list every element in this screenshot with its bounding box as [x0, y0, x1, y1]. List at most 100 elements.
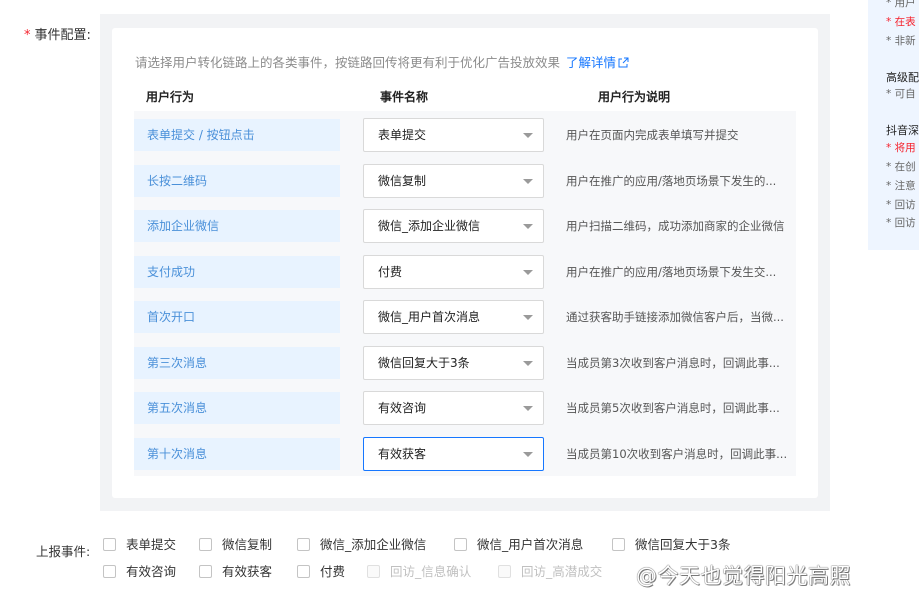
tip-line: * 在表 — [886, 16, 916, 28]
required-mark: * — [24, 28, 31, 43]
checkbox-icon[interactable] — [103, 565, 116, 578]
learn-more-text[interactable]: 了解详情 — [566, 55, 616, 70]
behavior-cell: 长按二维码 — [134, 165, 340, 197]
behavior-cell: 第五次消息 — [134, 392, 340, 424]
side-tips-panel: * 用户 * 在表 * 非新 高级配 * 可自 抖音深 * 将用 * 在创 * … — [868, 0, 919, 250]
behavior-cell: 第十次消息 — [134, 438, 340, 470]
checkbox-label[interactable]: 付费 — [320, 564, 345, 579]
header-event-name: 事件名称 — [380, 90, 429, 104]
event-select[interactable]: 有效咨询 — [363, 391, 544, 425]
report-checkbox-disabled: 回访_信息确认 — [367, 561, 472, 579]
header-description: 用户行为说明 — [598, 90, 671, 104]
report-checkbox[interactable]: 微信_添加企业微信 — [297, 534, 426, 552]
tip-line: * 注意 — [886, 180, 916, 192]
external-link-icon[interactable] — [618, 56, 629, 71]
behavior-cell: 首次开口 — [134, 301, 340, 333]
checkbox-icon[interactable] — [612, 538, 625, 551]
report-checkbox[interactable]: 有效获客 — [199, 561, 272, 579]
event-select[interactable]: 微信_添加企业微信 — [363, 209, 544, 243]
table-row: 长按二维码 微信复制 用户在推广的应用/落地页场景下发生的... — [134, 164, 796, 198]
event-select[interactable]: 微信_用户首次消息 — [363, 300, 544, 334]
header-behavior: 用户行为 — [146, 90, 195, 104]
behavior-description: 当成员第5次收到客户消息时，回调此事... — [566, 401, 780, 415]
event-select-value[interactable]: 微信回复大于3条 — [378, 356, 470, 370]
event-select-value[interactable]: 有效咨询 — [378, 401, 426, 415]
table-row: 支付成功 付费 用户在推广的应用/落地页场景下发生交... — [134, 255, 796, 289]
report-checkbox[interactable]: 微信_用户首次消息 — [454, 534, 583, 552]
report-checkbox[interactable]: 微信回复大于3条 — [612, 534, 730, 552]
checkbox-label[interactable]: 表单提交 — [126, 537, 176, 552]
event-select-value[interactable]: 有效获客 — [378, 447, 426, 461]
checkbox-label[interactable]: 微信回复大于3条 — [635, 537, 730, 552]
checkbox-label[interactable]: 有效获客 — [222, 564, 272, 579]
table-row: 添加企业微信 微信_添加企业微信 用户扫描二维码，成功添加商家的企业微信 — [134, 209, 796, 243]
tip-line: * 非新 — [886, 35, 916, 47]
checkbox-label[interactable]: 微信复制 — [222, 537, 272, 552]
event-config-label-text: 事件配置: — [34, 28, 91, 43]
table-row: 表单提交 / 按钮点击 表单提交 用户在页面内完成表单填写并提交 — [134, 118, 796, 152]
table-row: 第十次消息 有效获客 当成员第10次收到客户消息时，回调此事... — [134, 437, 796, 471]
event-select-value[interactable]: 微信复制 — [378, 174, 426, 188]
event-select[interactable]: 有效获客 — [363, 437, 544, 471]
checkbox-icon — [367, 565, 380, 578]
tip-heading: 抖音深 — [886, 124, 919, 137]
tip-line: * 回访 — [886, 199, 916, 211]
tip-line: * 可自 — [886, 88, 916, 100]
report-events-label: 上报事件: — [36, 544, 91, 559]
event-select[interactable]: 付费 — [363, 255, 544, 289]
learn-more-link[interactable]: 了解详情 — [566, 55, 629, 70]
caret-down-icon[interactable] — [523, 179, 533, 184]
checkbox-icon[interactable] — [297, 565, 310, 578]
report-checkbox[interactable]: 有效咨询 — [103, 561, 176, 579]
tip-line: * 回访 — [886, 217, 916, 229]
event-select[interactable]: 表单提交 — [363, 118, 544, 152]
event-select-value[interactable]: 微信_添加企业微信 — [378, 219, 480, 233]
checkbox-icon[interactable] — [199, 538, 212, 551]
table-row: 第五次消息 有效咨询 当成员第5次收到客户消息时，回调此事... — [134, 391, 796, 425]
caret-down-icon[interactable] — [523, 224, 533, 229]
behavior-description: 当成员第10次收到客户消息时，回调此事... — [566, 447, 788, 461]
table-row: 首次开口 微信_用户首次消息 通过获客助手链接添加微信客户后，当微... — [134, 300, 796, 334]
tip-line: * 用户 — [886, 0, 916, 9]
behavior-cell: 表单提交 / 按钮点击 — [134, 119, 340, 151]
tip-line: * 将用 — [886, 142, 916, 154]
report-checkbox-disabled: 回访_高潜成交 — [498, 561, 603, 579]
behavior-description: 用户扫描二维码，成功添加商家的企业微信 — [566, 219, 785, 233]
report-checkbox[interactable]: 表单提交 — [103, 534, 176, 552]
behavior-description: 用户在页面内完成表单填写并提交 — [566, 128, 739, 142]
event-select-value[interactable]: 表单提交 — [378, 128, 426, 142]
hint-text: 请选择用户转化链路上的各类事件，按链路回传将更有利于优化广告投放效果 了解详情 — [135, 52, 629, 71]
caret-down-icon[interactable] — [523, 406, 533, 411]
report-checkbox[interactable]: 微信复制 — [199, 534, 272, 552]
behavior-cell: 添加企业微信 — [134, 210, 340, 242]
checkbox-icon[interactable] — [103, 538, 116, 551]
event-select-value[interactable]: 付费 — [378, 265, 402, 279]
caret-down-icon[interactable] — [523, 133, 533, 138]
checkbox-label[interactable]: 有效咨询 — [126, 564, 176, 579]
caret-down-icon[interactable] — [523, 315, 533, 320]
hint-message: 请选择用户转化链路上的各类事件，按链路回传将更有利于优化广告投放效果 — [135, 55, 561, 70]
tip-heading: 高级配 — [886, 71, 919, 84]
checkbox-icon[interactable] — [199, 565, 212, 578]
checkbox-label[interactable]: 微信_用户首次消息 — [477, 537, 583, 552]
caret-down-icon[interactable] — [523, 452, 533, 457]
behavior-description: 用户在推广的应用/落地页场景下发生交... — [566, 265, 777, 279]
checkbox-label: 回访_高潜成交 — [521, 564, 603, 579]
watermark: @今天也觉得阳光高照 — [636, 564, 851, 588]
behavior-description: 通过获客助手链接添加微信客户后，当微... — [566, 310, 784, 324]
event-select[interactable]: 微信复制 — [363, 164, 544, 198]
caret-down-icon[interactable] — [523, 270, 533, 275]
event-select-value[interactable]: 微信_用户首次消息 — [378, 310, 480, 324]
caret-down-icon[interactable] — [523, 361, 533, 366]
report-checkbox[interactable]: 付费 — [297, 561, 345, 579]
table-row: 第三次消息 微信回复大于3条 当成员第3次收到客户消息时，回调此事... — [134, 346, 796, 380]
checkbox-label: 回访_信息确认 — [390, 564, 472, 579]
checkbox-icon[interactable] — [454, 538, 467, 551]
checkbox-icon[interactable] — [297, 538, 310, 551]
checkbox-label[interactable]: 微信_添加企业微信 — [320, 537, 426, 552]
behavior-cell: 支付成功 — [134, 256, 340, 288]
behavior-description: 当成员第3次收到客户消息时，回调此事... — [566, 356, 780, 370]
behavior-cell: 第三次消息 — [134, 347, 340, 379]
checkbox-icon — [498, 565, 511, 578]
event-select[interactable]: 微信回复大于3条 — [363, 346, 544, 380]
